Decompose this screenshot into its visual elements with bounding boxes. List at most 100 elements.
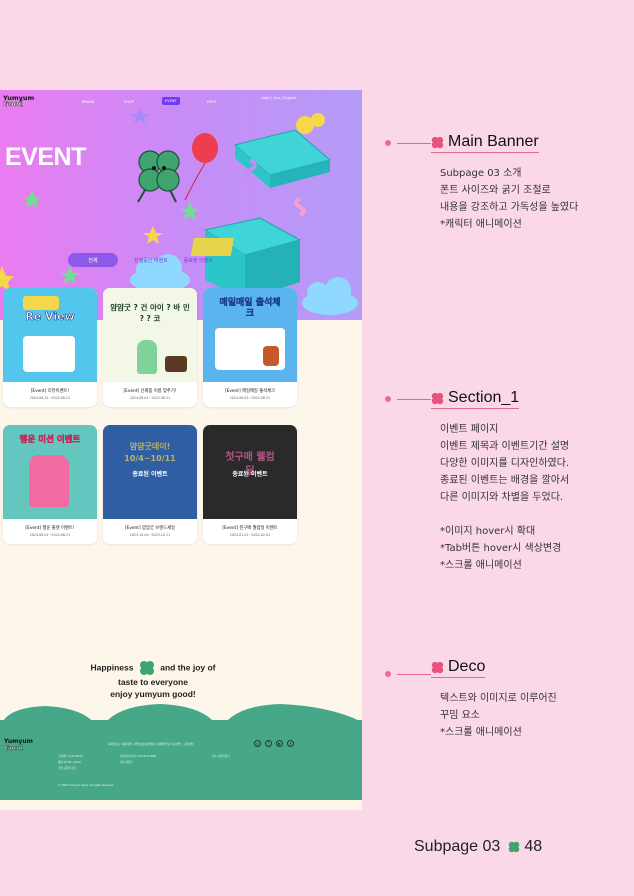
tab-ended[interactable]: 종료된 이벤트: [184, 257, 213, 264]
slogan-line-1a: Happiness: [90, 662, 134, 673]
footer-links[interactable]: 회사정보 | 이용약관 | 개인정보처리방침 | 이메일무단수집거부 | 고객센…: [108, 742, 194, 746]
page-label: Subpage 03: [414, 838, 501, 855]
event-title: [Event] 매일매일 출석체크: [224, 389, 276, 394]
section-main-banner: Main Banner Subpage 03 소개 폰트 사이즈와 굵기 조절로…: [385, 133, 625, 233]
event-title: [Event] 행운 룰렛 이벤트!: [25, 526, 75, 531]
event-card[interactable]: 얌얌굿데이! 10/4~10/11 종료된 이벤트 [Event] 얌얌굿 브랜…: [103, 425, 197, 544]
event-title: [Event] 얌얌굿 브랜드세일: [124, 526, 176, 531]
section-title: Section_1: [448, 389, 520, 406]
footer-logo[interactable]: Yumyum Good: [4, 739, 33, 752]
tab-all[interactable]: 전체: [68, 253, 118, 267]
thumb-text: 행운 미션 이벤트: [19, 435, 81, 446]
marker-dot: [385, 396, 391, 402]
clover-icon: [431, 392, 444, 404]
event-date: 2024.08.01~2024.08.21: [229, 396, 271, 400]
event-card[interactable]: 행운 미션 이벤트 [Event] 행운 룰렛 이벤트! 2024.08.01~…: [3, 425, 97, 544]
event-thumb[interactable]: Re View: [3, 288, 97, 382]
slogan-line-1: Happiness and the joy of: [80, 660, 226, 676]
section-header: Main Banner: [385, 133, 625, 153]
section-title: Deco: [448, 658, 486, 675]
section-title: Main Banner: [448, 133, 539, 150]
event-thumb[interactable]: 얌얌굿 ? 건 아이 ? 바 민 ? ? 코: [103, 288, 197, 382]
tab-ongoing[interactable]: 진행중인 이벤트: [134, 257, 168, 264]
section-description: 이벤트 페이지 이벤트 제목과 이벤트기간 설명 다양한 이미지를 디자인하였다…: [440, 424, 570, 571]
nav-account-links[interactable]: Login | Join | English: [261, 96, 296, 100]
footer-info-5: 대표 얌얌굿: [120, 761, 133, 764]
hero-title: EVENT: [5, 143, 86, 171]
brand-logo[interactable]: Yumyum Good: [3, 95, 34, 108]
thumb-text: 얌얌굿 ? 건 아이 ? 바 민 ? ? 코: [110, 303, 190, 323]
event-title: [Event] 신제품 이름 맞추기!: [123, 389, 177, 394]
event-page-mockup: Yumyum Good BRAND SHOP EVENT HELP Login …: [0, 90, 362, 810]
event-date: 2024.08.01~2024.08.21: [29, 533, 71, 537]
event-date: 2023.10.04~2023.10.11: [129, 533, 171, 537]
instagram-icon[interactable]: ◎: [254, 740, 261, 747]
top-nav: Yumyum Good BRAND SHOP EVENT HELP Login …: [0, 90, 362, 112]
nav-brand[interactable]: BRAND: [82, 100, 94, 104]
footer-copyright: © 2024 Yumyum Good. All rights reserved.: [58, 784, 114, 787]
section-deco: Deco 텍스트와 이미지로 이루어진 꾸밈 요소 *스크롤 애니메이션: [385, 658, 625, 741]
section-title-wrap: Deco: [431, 658, 486, 678]
event-date: 2024.08.31~2024.08.21: [29, 396, 71, 400]
footer-info-4: 사업자등록번호 123-45-67890: [120, 755, 156, 758]
event-card[interactable]: 얌얌굿 ? 건 아이 ? 바 민 ? ? 코 [Event] 신제품 이름 맞추…: [103, 288, 197, 407]
clover-icon: [509, 841, 520, 853]
section-title-wrap: Section_1: [431, 389, 520, 409]
thumb-text: 얌얌굿데이! 10/4~10/11: [124, 442, 176, 463]
chocolate-image: [165, 356, 187, 372]
event-card-grid: Re View [Event] 리뷰이벤트! 2024.08.31~2024.0…: [3, 288, 299, 544]
clover-icon: [139, 661, 154, 675]
event-card[interactable]: 매일매일 출석체크 [Event] 매일매일 출석체크 2024.08.01~2…: [203, 288, 297, 407]
clover-icon: [431, 136, 444, 148]
youtube-icon[interactable]: ▶: [276, 740, 283, 747]
footer-info-1: 고객센터 1234-5678: [58, 755, 83, 758]
slogan-line-2: taste to everyone: [118, 677, 188, 687]
review-badge: [23, 296, 59, 310]
thumb-text: Re View: [25, 310, 75, 324]
thumb-text: 매일매일 출석체크: [219, 298, 281, 319]
event-thumb[interactable]: 얌얌굿데이! 10/4~10/11 종료된 이벤트: [103, 425, 197, 519]
ended-label: 종료된 이벤트: [232, 471, 268, 478]
event-thumb[interactable]: 첫구매 웰컴딜 종료된 이벤트: [203, 425, 297, 519]
slogan-line-1b: and the joy of: [160, 662, 216, 673]
main-banner: Yumyum Good BRAND SHOP EVENT HELP Login …: [0, 90, 362, 320]
event-date: 2024.01.01~2024.02.01: [229, 533, 271, 537]
event-thumb[interactable]: 매일매일 출석체크: [203, 288, 297, 382]
nav-help[interactable]: HELP: [207, 100, 216, 104]
marker-line: [397, 142, 431, 144]
x-icon[interactable]: ✕: [287, 740, 294, 747]
section-title-wrap: Main Banner: [431, 133, 539, 153]
marker-line: [397, 673, 431, 675]
event-thumb[interactable]: 행운 미션 이벤트: [3, 425, 97, 519]
slogan-line-3: enjoy yumyum good!: [110, 689, 196, 699]
section-description: Subpage 03 소개 폰트 사이즈와 굵기 조절로 내용을 강조하고 가독…: [440, 168, 579, 230]
section-header: Section_1: [385, 389, 625, 409]
page-footer: Subpage 03 48: [414, 838, 542, 856]
clover-icon: [431, 661, 444, 673]
event-title: [Event] 친구배 월컴딜 이벤트: [222, 526, 278, 531]
event-date: 2024.08.01~2024.08.21: [129, 396, 171, 400]
marker-dot: [385, 140, 391, 146]
nav-shop[interactable]: SHOP: [124, 100, 134, 104]
event-card[interactable]: 첫구매 웰컴딜 종료된 이벤트 [Event] 친구배 월컴딜 이벤트 2024…: [203, 425, 297, 544]
slot-machine-image: [29, 455, 69, 507]
footer-logo-bottom: Good: [4, 744, 23, 752]
event-card[interactable]: Re View [Event] 리뷰이벤트! 2024.08.31~2024.0…: [3, 288, 97, 407]
section-header: Deco: [385, 658, 625, 678]
marker-line: [397, 398, 431, 400]
footer-info-6: 주소 서울특별시: [212, 755, 230, 758]
ended-label: 종료된 이벤트: [132, 471, 168, 478]
popsicle-image: [137, 340, 157, 374]
phone-frame: [23, 336, 75, 372]
event-tabs: 전체 진행중인 이벤트 종료된 이벤트: [68, 253, 213, 267]
footer: [0, 720, 362, 800]
section-description: 텍스트와 이미지로 이루어진 꾸밈 요소 *스크롤 애니메이션: [440, 693, 557, 738]
facebook-icon[interactable]: f: [265, 740, 272, 747]
footer-social: ◎ f ▶ ✕: [254, 740, 294, 747]
footer-info-3: 주말·공휴일 휴무: [58, 767, 77, 770]
banner-illustration: [0, 108, 358, 315]
event-title: [Event] 리뷰이벤트!: [30, 389, 70, 394]
stamp-image: [263, 346, 279, 366]
footer-info-2: 평일 09:00~18:00: [58, 761, 81, 764]
nav-event[interactable]: EVENT: [162, 97, 180, 105]
